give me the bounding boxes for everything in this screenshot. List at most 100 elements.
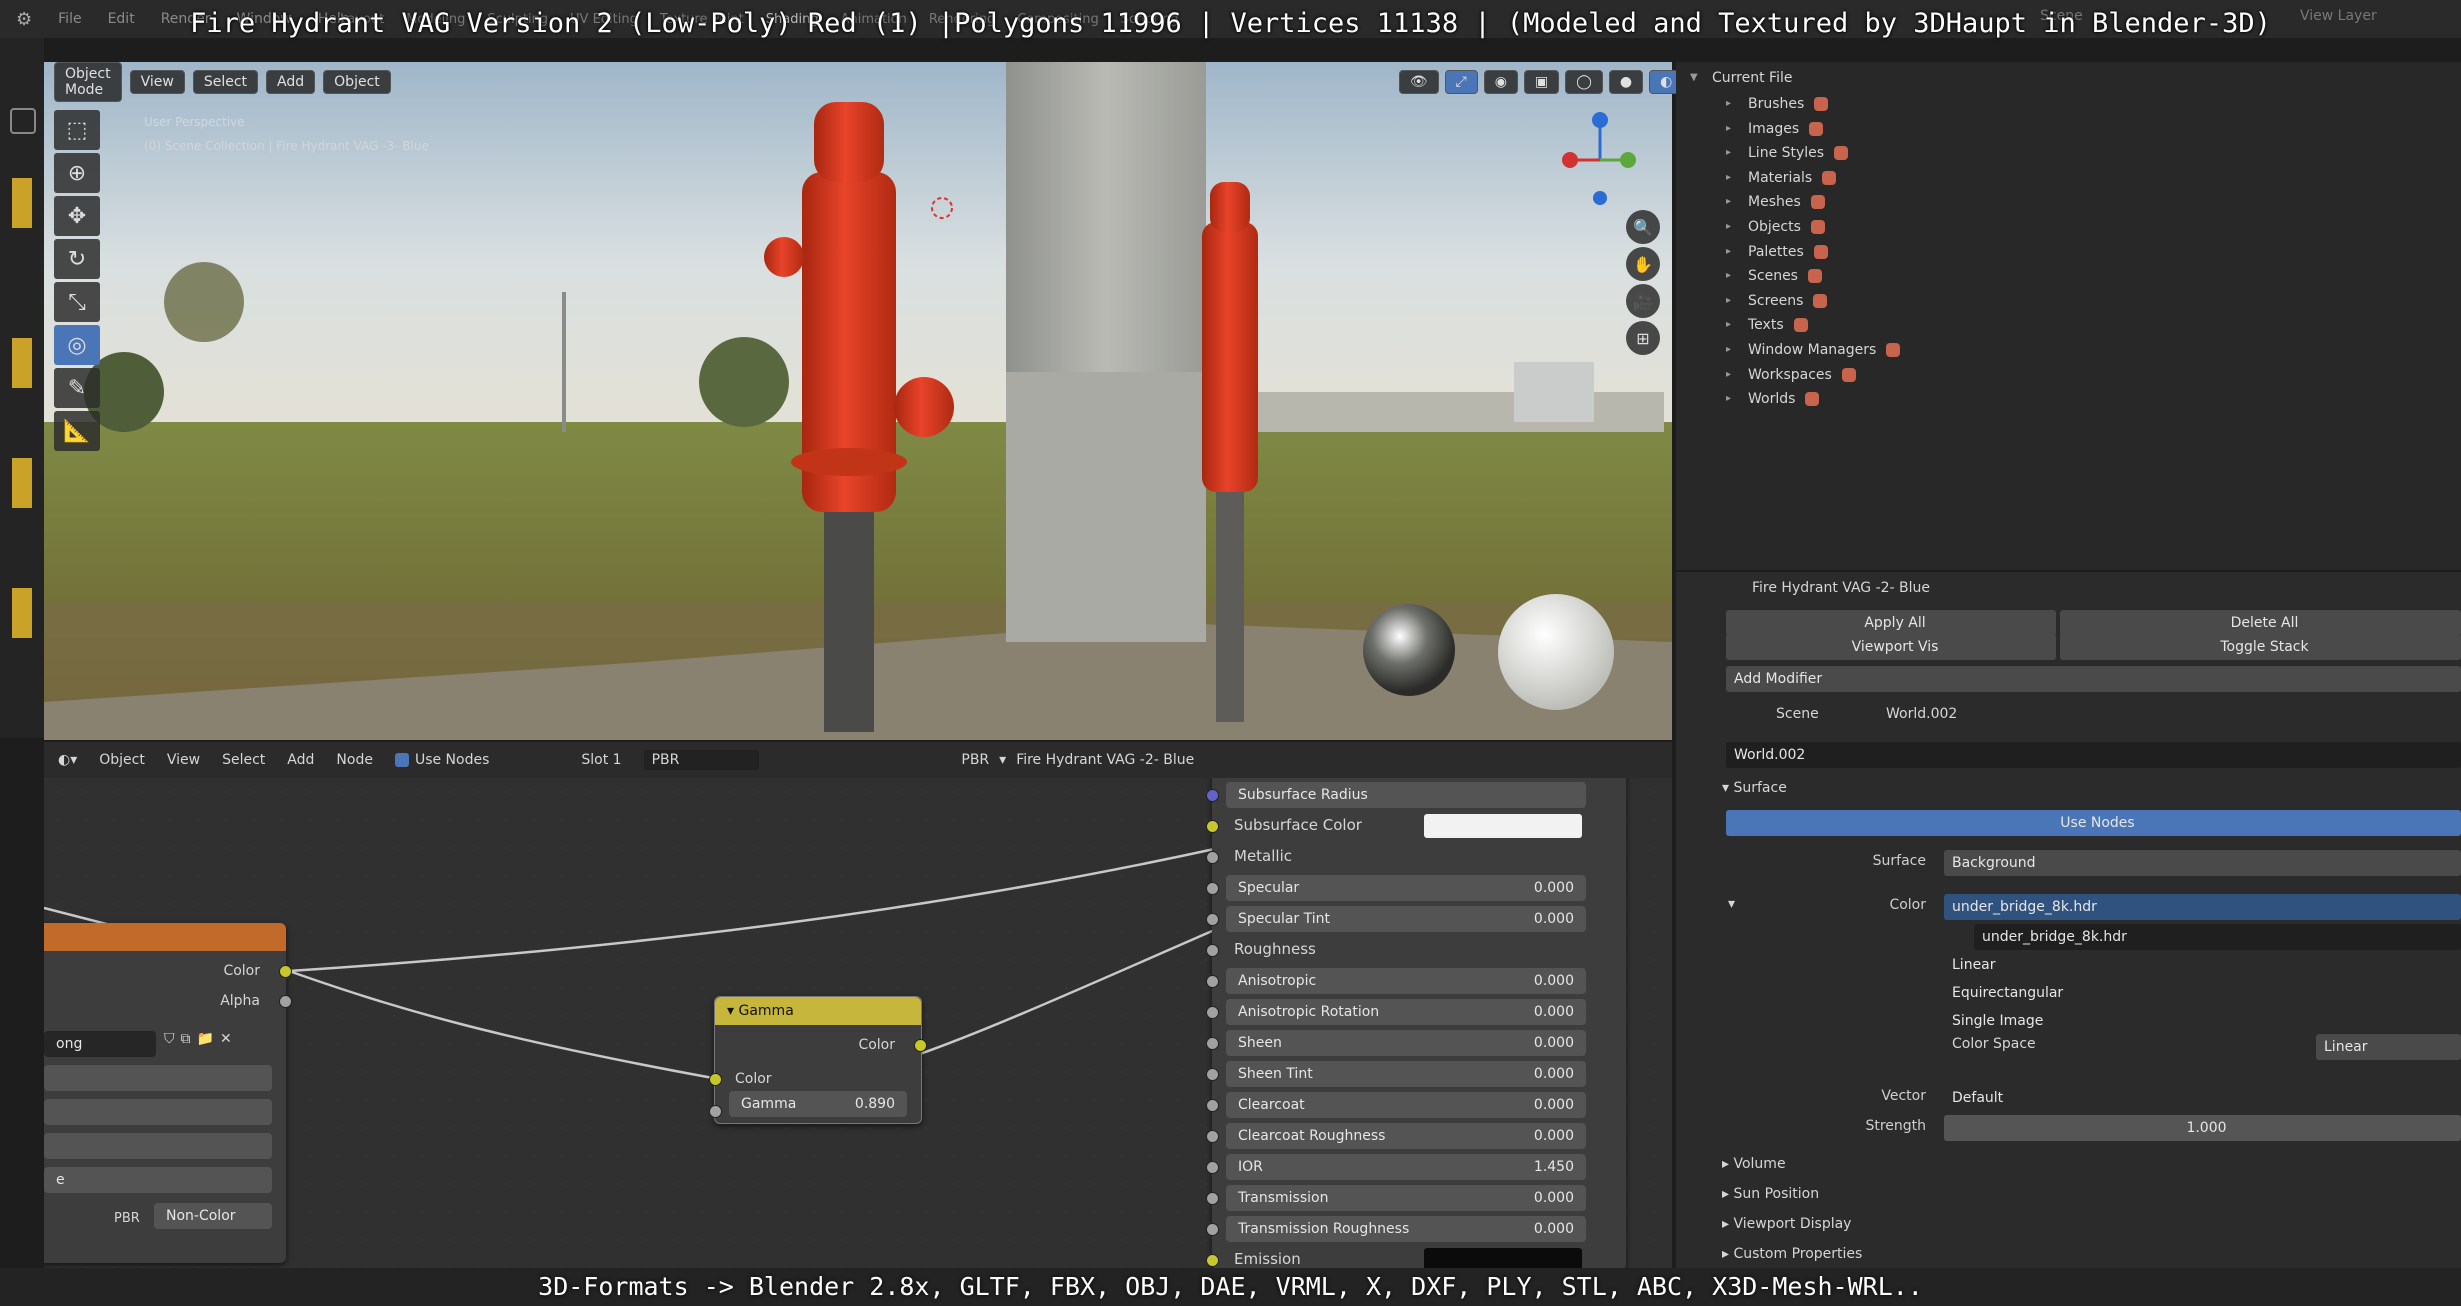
environment-texture-link[interactable]: under_bridge_8k.hdr	[1944, 894, 2461, 920]
gamma-node[interactable]: ▾ Gamma Color Color Gamma 0.890	[709, 996, 927, 1124]
node-menu-add[interactable]: Add	[287, 752, 314, 768]
bsdf-input-socket[interactable]	[1206, 913, 1219, 926]
zoom-icon[interactable]: 🔍	[1626, 210, 1660, 244]
expand-icon[interactable]: ▸	[1726, 313, 1738, 337]
expand-icon[interactable]: ▸	[1726, 289, 1738, 313]
outliner-item[interactable]: ▸ Line Styles	[1726, 141, 1849, 165]
node-editor-type-icon[interactable]: ◐▾	[58, 752, 77, 768]
toggle-stack-button[interactable]: Toggle Stack	[2060, 634, 2461, 660]
camera-view-icon[interactable]: 🎥	[1626, 284, 1660, 318]
3d-viewport[interactable]	[44, 62, 1672, 740]
bsdf-value-field[interactable]: Transmission 0.000	[1226, 1185, 1586, 1211]
pan-hand-icon[interactable]: ✋	[1626, 247, 1660, 281]
bsdf-input-row[interactable]: Metallic	[1206, 842, 1592, 873]
color-expand-icon[interactable]: ▾	[1728, 896, 1735, 912]
image-color-socket[interactable]	[279, 965, 292, 978]
close-icon[interactable]: ✕	[220, 1031, 232, 1047]
file-thumbnail-3[interactable]	[12, 458, 32, 508]
bsdf-input-socket[interactable]	[1206, 851, 1219, 864]
outliner-item[interactable]: ▸ Screens	[1726, 289, 1828, 313]
bsdf-input-socket[interactable]	[1206, 1068, 1219, 1081]
colorspace-dropdown[interactable]: Non-Color	[154, 1203, 272, 1229]
fake-user-icon[interactable]: ⛉	[164, 1031, 175, 1047]
breadcrumb-scene[interactable]: Scene	[1776, 706, 1819, 722]
expand-icon[interactable]: ▸	[1726, 215, 1738, 239]
node-editor-canvas[interactable]: Color Alpha ong ⛉ ⧉ 📁 ✕ e PBR Non-Color …	[44, 778, 1672, 1268]
breadcrumb-material[interactable]: PBR	[961, 752, 989, 768]
node-menu-node[interactable]: Node	[336, 752, 373, 768]
bsdf-value-field[interactable]: Transmission Roughness 0.000	[1226, 1216, 1586, 1242]
annotate-tool-icon[interactable]: ✎	[54, 368, 100, 408]
gamma-out-socket[interactable]	[914, 1039, 927, 1052]
bsdf-value-field[interactable]: Specular Tint 0.000	[1226, 906, 1586, 932]
navigation-gizmo[interactable]	[1560, 108, 1640, 208]
bsdf-input-row[interactable]: Roughness	[1206, 935, 1592, 966]
object-mode-dropdown[interactable]: Object Mode	[54, 62, 122, 102]
bsdf-value-field[interactable]: Anisotropic 0.000	[1226, 968, 1586, 994]
image-alpha-socket[interactable]	[279, 995, 292, 1008]
world-use-nodes-button[interactable]: Use Nodes	[1726, 810, 2461, 836]
outliner-item[interactable]: ▸ Brushes	[1726, 92, 1829, 116]
file-thumbnail-1[interactable]	[12, 178, 32, 228]
bsdf-input-row[interactable]: Specular 0.000	[1206, 873, 1592, 904]
custom-properties-section[interactable]: ▸ Custom Properties	[1722, 1246, 1862, 1262]
bsdf-input-socket[interactable]	[1206, 1037, 1219, 1050]
overlay-toggle-icon[interactable]: ◉	[1483, 70, 1518, 94]
rotate-tool-icon[interactable]: ↻	[54, 239, 100, 279]
delete-all-button[interactable]: Delete All	[2060, 610, 2461, 636]
search-icon[interactable]	[10, 108, 36, 134]
transform-tool-icon[interactable]: ◎	[54, 325, 100, 365]
sun-position-section[interactable]: ▸ Sun Position	[1722, 1186, 1819, 1202]
file-thumbnail-2[interactable]	[12, 338, 32, 388]
add-modifier-button[interactable]: Add Modifier	[1726, 666, 2461, 692]
open-folder-icon[interactable]: 📁	[197, 1031, 214, 1047]
shading-wireframe-icon[interactable]: ◯	[1565, 70, 1603, 94]
shading-solid-icon[interactable]: ●	[1608, 70, 1644, 94]
outliner-item[interactable]: ▸ Worlds	[1726, 387, 1820, 411]
expand-icon[interactable]: ▸	[1726, 363, 1738, 387]
viewport-menu-add[interactable]: Add	[266, 70, 316, 94]
bsdf-input-row[interactable]: Sheen Tint 0.000	[1206, 1059, 1592, 1090]
expand-icon[interactable]: ▸	[1726, 190, 1738, 214]
bsdf-input-row[interactable]: Clearcoat 0.000	[1206, 1090, 1592, 1121]
bsdf-input-row[interactable]: Clearcoat Roughness 0.000	[1206, 1121, 1592, 1152]
file-thumbnail-4[interactable]	[12, 588, 32, 638]
bsdf-input-row[interactable]: Emission	[1206, 1245, 1592, 1268]
gamma-in-gamma-socket[interactable]	[709, 1105, 722, 1118]
expand-icon[interactable]: ▸	[1726, 387, 1738, 411]
slot-dropdown[interactable]: Slot 1	[581, 752, 621, 768]
bsdf-input-socket[interactable]	[1206, 1192, 1219, 1205]
strength-slider[interactable]: 1.000	[1944, 1115, 2461, 1141]
outliner-root[interactable]: ▼ Current File	[1690, 66, 1792, 90]
interpolation-value[interactable]: Linear	[1944, 952, 2461, 978]
vector-value[interactable]: Default	[1944, 1085, 2461, 1111]
image-name-field[interactable]: ong	[44, 1031, 156, 1057]
image-texture-node[interactable]: Color Alpha ong ⛉ ⧉ 📁 ✕ e PBR Non-Color	[44, 923, 292, 1263]
select-box-tool-icon[interactable]: ⬚	[54, 110, 100, 150]
bsdf-color-swatch[interactable]	[1424, 814, 1582, 838]
node-menu-view[interactable]: View	[167, 752, 200, 768]
bsdf-color-swatch[interactable]	[1424, 1248, 1582, 1268]
bsdf-input-socket[interactable]	[1206, 944, 1219, 957]
bsdf-value-field[interactable]: Anisotropic Rotation 0.000	[1226, 999, 1586, 1025]
gamma-value-field[interactable]: Gamma 0.890	[729, 1091, 907, 1117]
bsdf-dropdown[interactable]: Subsurface Radius	[1226, 782, 1586, 808]
hdr-image-field[interactable]: under_bridge_8k.hdr	[1974, 924, 2461, 950]
use-nodes-checkbox[interactable]: Use Nodes	[394, 752, 489, 768]
bsdf-input-socket[interactable]	[1206, 1099, 1219, 1112]
principled-bsdf-node[interactable]: Subsurface Radius Subsurface Color Metalli…	[1206, 778, 1626, 1268]
expand-icon[interactable]: ▸	[1726, 92, 1738, 116]
outliner-item[interactable]: ▸ Window Managers	[1726, 338, 1901, 362]
source-dropdown[interactable]: e	[44, 1167, 272, 1193]
outliner-item[interactable]: ▸ Palettes	[1726, 240, 1828, 264]
measure-tool-icon[interactable]: 📐	[54, 411, 100, 451]
viewport-menu-select[interactable]: Select	[192, 70, 259, 94]
bsdf-input-row[interactable]: Specular Tint 0.000	[1206, 904, 1592, 935]
bsdf-input-row[interactable]: Anisotropic 0.000	[1206, 966, 1592, 997]
interpolation-dropdown[interactable]	[44, 1065, 272, 1091]
colorspace-dropdown-world[interactable]: Linear	[2316, 1034, 2461, 1060]
bsdf-input-socket[interactable]	[1206, 1130, 1219, 1143]
expand-icon[interactable]: ▸	[1726, 338, 1738, 362]
bsdf-input-socket[interactable]	[1206, 1161, 1219, 1174]
material-field[interactable]: PBR	[643, 750, 760, 770]
